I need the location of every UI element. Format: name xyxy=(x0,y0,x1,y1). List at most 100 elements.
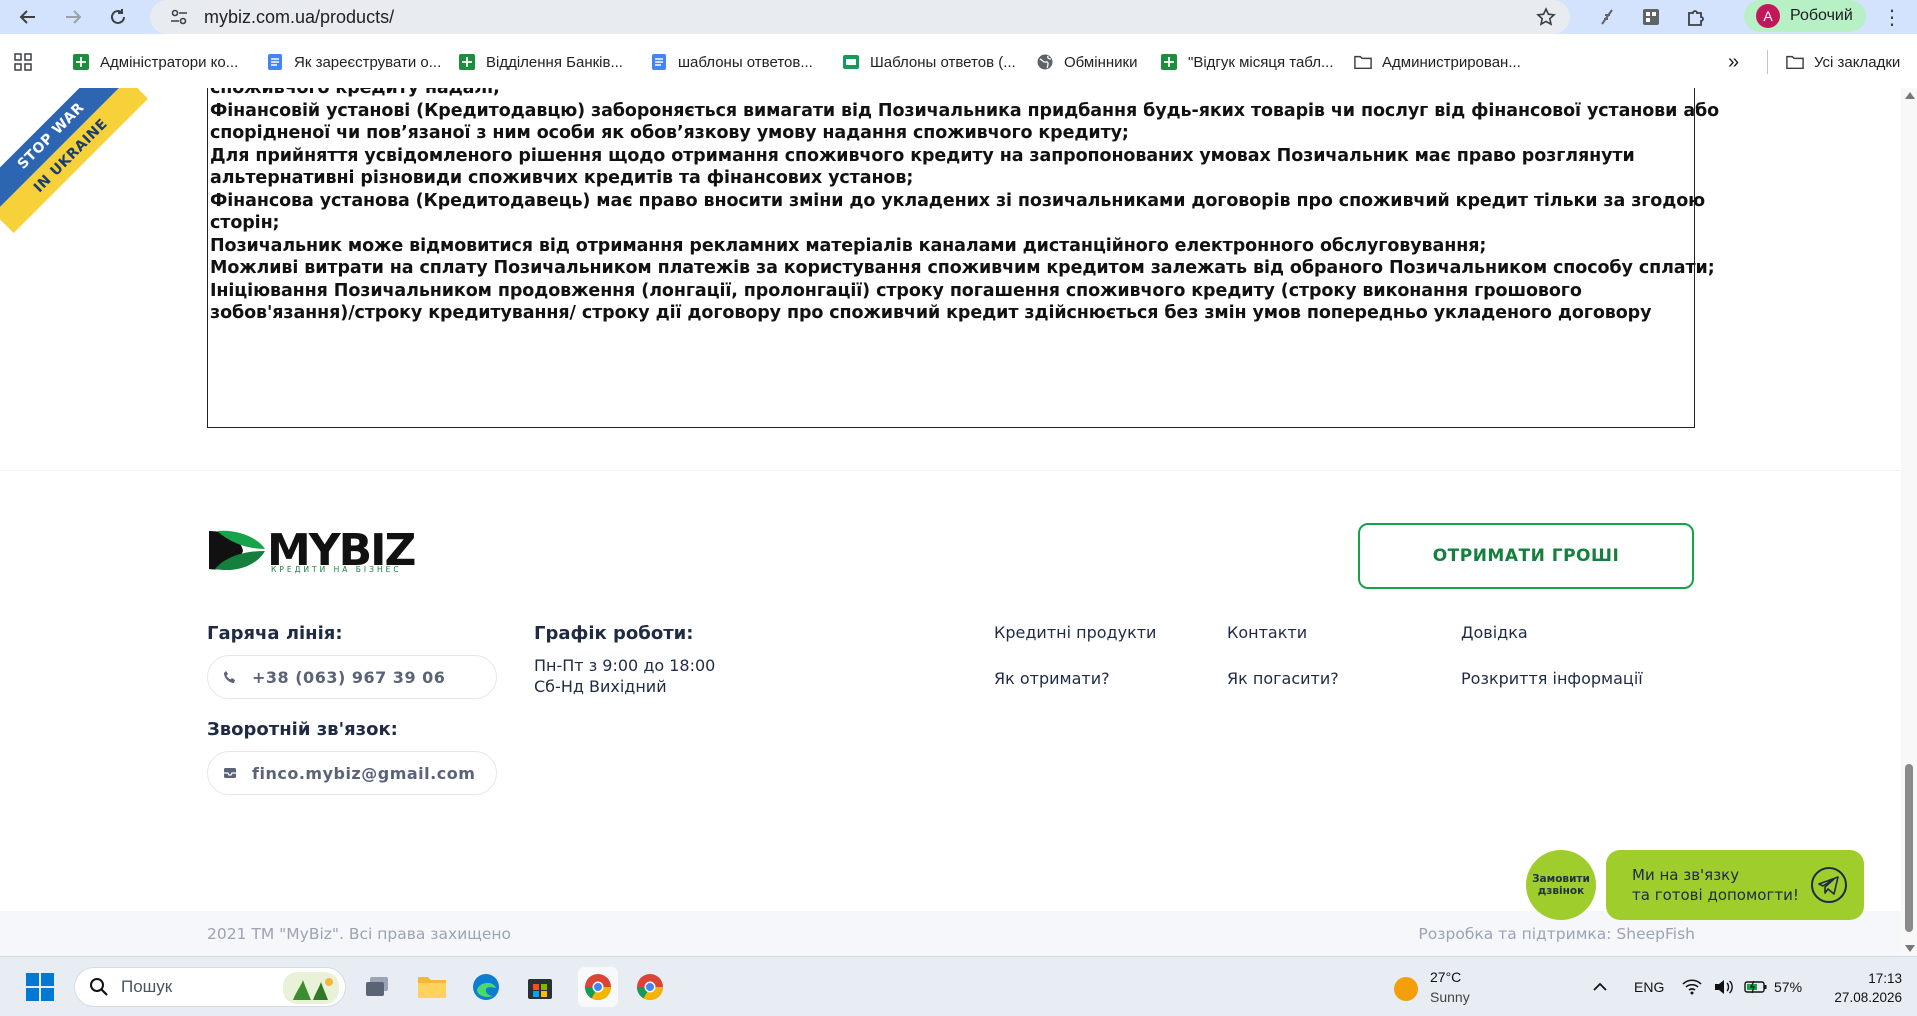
email-address: finco.mybiz@gmail.com xyxy=(252,763,476,783)
docs-icon xyxy=(266,53,284,71)
scroll-thumb[interactable] xyxy=(1905,764,1913,932)
developer-link[interactable]: Розробка та підтримка: SheepFish xyxy=(1418,925,1695,943)
chrome-active-button[interactable] xyxy=(578,967,618,1007)
arrow-right-icon xyxy=(66,10,82,24)
mybiz-logo[interactable]: MYBIZ КРЕДИТИ НА БІЗНЕС xyxy=(207,523,416,579)
sheets-icon xyxy=(1160,53,1178,71)
chevron-up-icon xyxy=(1593,982,1607,991)
slides-icon xyxy=(842,53,860,71)
reload-icon xyxy=(111,9,125,24)
hotline-title: Гаряча лінія: xyxy=(207,623,343,644)
sheets-icon xyxy=(72,53,90,71)
link-how-to-repay[interactable]: Як погасити? xyxy=(1227,669,1339,688)
bookmark-label: Відділення Банків... xyxy=(486,53,623,71)
bookmark-label: "Відгук місяця табл... xyxy=(1188,53,1334,71)
schedule-weekdays: Пн-Пт з 9:00 до 18:00 xyxy=(534,656,716,675)
terms-line: сторін; xyxy=(210,213,280,233)
link-credit-products[interactable]: Кредитні продукти xyxy=(994,623,1156,642)
schedule-title: Графік роботи: xyxy=(534,623,694,644)
telegram-icon[interactable] xyxy=(1810,866,1848,904)
url-text[interactable]: mybiz.com.ua/products/ xyxy=(204,7,394,28)
task-view-icon xyxy=(366,977,388,996)
edge-browser-icon xyxy=(473,974,499,1000)
menu-kebab-icon[interactable]: ⋮ xyxy=(1882,4,1902,30)
apps-button[interactable] xyxy=(14,50,42,74)
phone-pill[interactable]: +38 (063) 967 39 06 xyxy=(207,655,497,699)
bookmark-star-icon[interactable] xyxy=(1536,7,1556,27)
terms-line: альтернативні різновиди споживчих кредит… xyxy=(210,168,914,188)
forward-button[interactable] xyxy=(60,4,86,30)
feedback-title: Зворотній зв'язок: xyxy=(207,719,398,740)
mail-icon xyxy=(222,765,238,781)
bookmark-folder[interactable]: Администрирован... xyxy=(1354,50,1521,74)
search-highlight-icon xyxy=(283,972,339,1004)
windows-taskbar: Пошук 27°C Sunny ENG 57% 17:13 27.08.202… xyxy=(0,956,1917,1016)
start-button[interactable] xyxy=(22,969,58,1005)
bookmark-item[interactable]: Адміністратори ко... xyxy=(72,50,238,74)
wifi-button[interactable] xyxy=(1680,969,1704,1005)
bookmarks-divider xyxy=(1767,50,1768,74)
terms-line: Фінансова установа (Кредитодавець) має п… xyxy=(210,190,1706,211)
file-explorer-button[interactable] xyxy=(414,969,450,1005)
get-money-button[interactable]: ОТРИМАТИ ГРОШІ xyxy=(1358,523,1694,589)
reload-button[interactable] xyxy=(105,4,131,30)
search-icon xyxy=(90,978,108,996)
link-disclosure[interactable]: Розкриття інформації xyxy=(1461,669,1643,688)
terms-box: споживчого кредиту надалі; Фінансовій ус… xyxy=(207,88,1719,428)
chat-widget[interactable]: Ми на зв'язку та готові допомогти! xyxy=(1606,850,1864,920)
terms-line: Ініціювання Позичальником продовження (л… xyxy=(210,280,1582,301)
back-button[interactable] xyxy=(15,4,41,30)
weather-widget[interactable]: 27°C Sunny xyxy=(1390,967,1510,1009)
callback-line2: дзвінок xyxy=(1537,885,1585,897)
clock-time: 17:13 xyxy=(1868,971,1902,986)
battery-button[interactable] xyxy=(1744,969,1768,1005)
extension-grid-icon[interactable] xyxy=(1640,6,1662,28)
address-bar[interactable]: mybiz.com.ua/products/ xyxy=(150,0,1570,34)
bookmark-item[interactable]: Як зареєструвати о... xyxy=(266,50,441,74)
email-pill[interactable]: finco.mybiz@gmail.com xyxy=(207,751,497,795)
scroll-up-arrow-icon[interactable] xyxy=(1905,92,1915,99)
bookmark-item[interactable]: шаблоны ответов... xyxy=(650,50,813,74)
store-button[interactable] xyxy=(522,969,558,1005)
edge-button[interactable] xyxy=(468,969,504,1005)
more-bookmarks-button[interactable]: » xyxy=(1728,50,1739,74)
scroll-down-arrow-icon[interactable] xyxy=(1905,945,1915,952)
logo-leaf-icon xyxy=(209,530,265,571)
chevron-double-right-icon: » xyxy=(1728,50,1740,73)
site-info-icon[interactable] xyxy=(170,8,188,26)
page-scrollbar[interactable] xyxy=(1901,88,1917,956)
wifi-icon xyxy=(1682,979,1702,995)
chrome-button[interactable] xyxy=(632,969,668,1005)
link-help[interactable]: Довідка xyxy=(1461,623,1528,642)
extensions-puzzle-icon[interactable] xyxy=(1684,6,1706,28)
phone-number: +38 (063) 967 39 06 xyxy=(252,667,446,687)
language-indicator[interactable]: ENG xyxy=(1634,979,1664,995)
terms-line: зобов'язання)/строку кредитування/ строк… xyxy=(210,303,1652,323)
profile-button[interactable]: A Робочий xyxy=(1744,0,1866,32)
terms-line: Для прийняття усвідомленого рішення щодо… xyxy=(210,145,1635,166)
stop-war-banner[interactable]: STOP WAR IN UKRAINE xyxy=(0,88,148,233)
schedule-weekend: Сб-Нд Вихідний xyxy=(534,677,667,696)
microsoft-store-icon xyxy=(528,979,552,999)
tray-overflow-button[interactable] xyxy=(1582,969,1618,1005)
bookmark-item[interactable]: Відділення Банків... xyxy=(458,50,623,74)
copyright-text: 2021 ТМ "MyBiz". Всі права захищено xyxy=(207,925,512,943)
terms-line: Позичальник може відмовитися від отриман… xyxy=(210,235,1487,256)
extension-feather-icon[interactable] xyxy=(1596,6,1618,28)
bookmark-item[interactable]: "Відгук місяця табл... xyxy=(1160,50,1333,74)
callback-widget-button[interactable]: Замовити дзвінок xyxy=(1526,850,1596,920)
bookmark-label: Администрирован... xyxy=(1382,53,1521,71)
link-contacts[interactable]: Контакти xyxy=(1227,623,1307,642)
all-bookmarks-folder[interactable]: Усі закладки xyxy=(1786,50,1900,74)
temperature: 27°C xyxy=(1430,969,1462,985)
link-how-to-get[interactable]: Як отримати? xyxy=(994,669,1110,688)
bookmark-label: Як зареєструвати о... xyxy=(294,53,442,71)
taskbar-search[interactable]: Пошук xyxy=(74,967,346,1007)
taskbar-clock[interactable]: 17:13 27.08.2026 xyxy=(1822,969,1902,1007)
task-view-button[interactable] xyxy=(360,969,396,1005)
chrome-icon xyxy=(636,974,664,1001)
bookmark-item[interactable]: Обмінники xyxy=(1036,50,1137,74)
bookmark-item[interactable]: Шаблоны ответов (... xyxy=(842,50,1016,74)
clock-date: 27.08.2026 xyxy=(1834,990,1902,1005)
volume-button[interactable] xyxy=(1712,969,1736,1005)
